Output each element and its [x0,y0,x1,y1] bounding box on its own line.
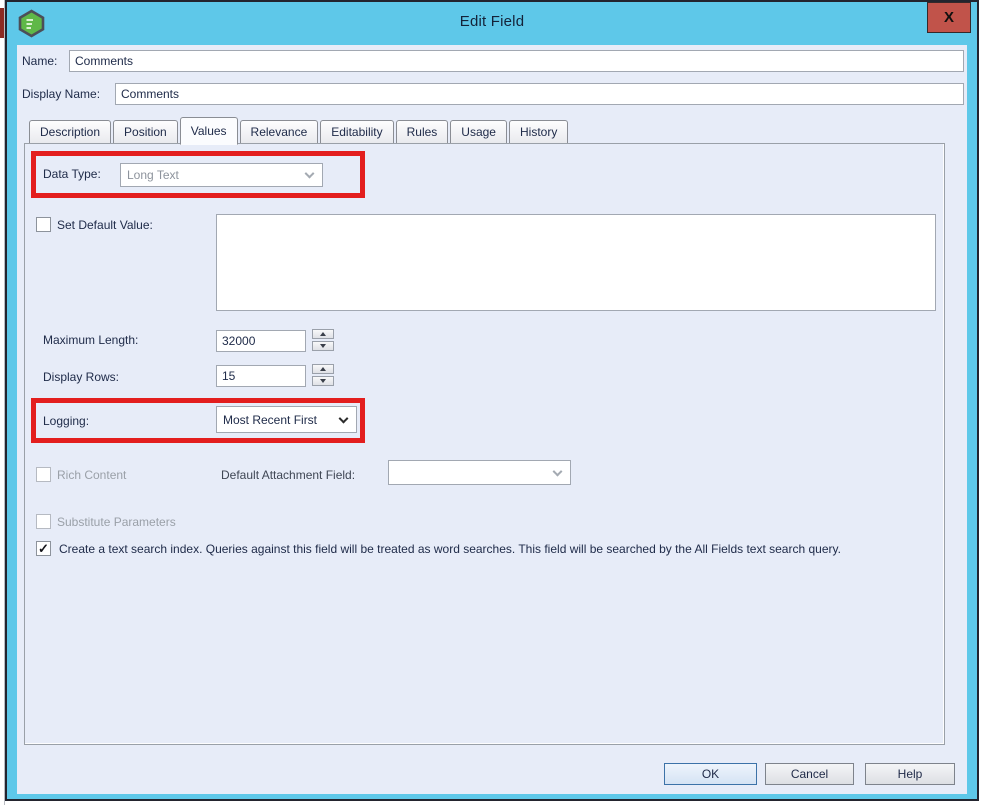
spin-up-icon [320,367,326,371]
values-tab-panel: Data Type: Long Text Set Default Value: … [24,143,945,745]
tab-rules[interactable]: Rules [396,120,449,144]
maximum-length-spinner [312,329,334,353]
text-search-index-label: Create a text search index. Queries agai… [59,540,921,559]
set-default-value-label: Set Default Value: [57,218,153,232]
maximum-length-input[interactable] [216,330,306,352]
display-rows-label: Display Rows: [43,370,119,384]
text-search-index-checkbox[interactable] [36,541,51,556]
spin-down-icon [320,344,326,348]
default-value-textarea[interactable] [216,214,936,311]
title-bar: Edit Field X [7,2,977,45]
display-name-label: Display Name: [22,87,100,101]
edit-field-dialog: Edit Field X Name: Display Name: Descrip… [5,0,979,801]
tab-values[interactable]: Values [180,117,238,145]
tab-history[interactable]: History [509,120,568,144]
maximum-length-label: Maximum Length: [43,333,138,347]
chevron-down-icon [553,466,563,476]
display-name-input[interactable] [115,83,964,105]
spin-down-button[interactable] [312,376,334,386]
rich-content-label: Rich Content [57,468,126,482]
spin-up-button[interactable] [312,329,334,339]
tab-editability[interactable]: Editability [320,120,393,144]
spin-up-icon [320,332,326,336]
tab-usage[interactable]: Usage [450,120,507,144]
name-input[interactable] [69,50,964,72]
spin-down-icon [320,379,326,383]
tab-relevance[interactable]: Relevance [240,120,319,144]
screen: Edit Field X Name: Display Name: Descrip… [0,0,982,805]
tab-strip: Description Position Values Relevance Ed… [29,119,570,144]
default-attachment-field-label: Default Attachment Field: [221,468,355,482]
display-rows-input[interactable] [216,365,306,387]
substitute-parameters-label: Substitute Parameters [57,515,176,529]
display-rows-spinner [312,364,334,388]
rich-content-checkbox [36,467,51,482]
substitute-parameters-checkbox [36,514,51,529]
close-button[interactable]: X [927,2,971,33]
help-button[interactable]: Help [865,763,955,785]
tab-description[interactable]: Description [29,120,111,144]
name-label: Name: [22,54,57,68]
default-attachment-field-dropdown [388,460,571,485]
spin-down-button[interactable] [312,341,334,351]
ok-button[interactable]: OK [664,763,757,785]
spin-up-button[interactable] [312,364,334,374]
dialog-body: Name: Display Name: Description Position… [17,45,967,794]
dialog-title: Edit Field [7,13,977,30]
data-type-highlight-annotation [31,151,365,198]
tab-position[interactable]: Position [113,120,178,144]
cancel-button[interactable]: Cancel [765,763,854,785]
set-default-value-checkbox[interactable] [36,217,51,232]
logging-highlight-annotation [31,398,365,443]
